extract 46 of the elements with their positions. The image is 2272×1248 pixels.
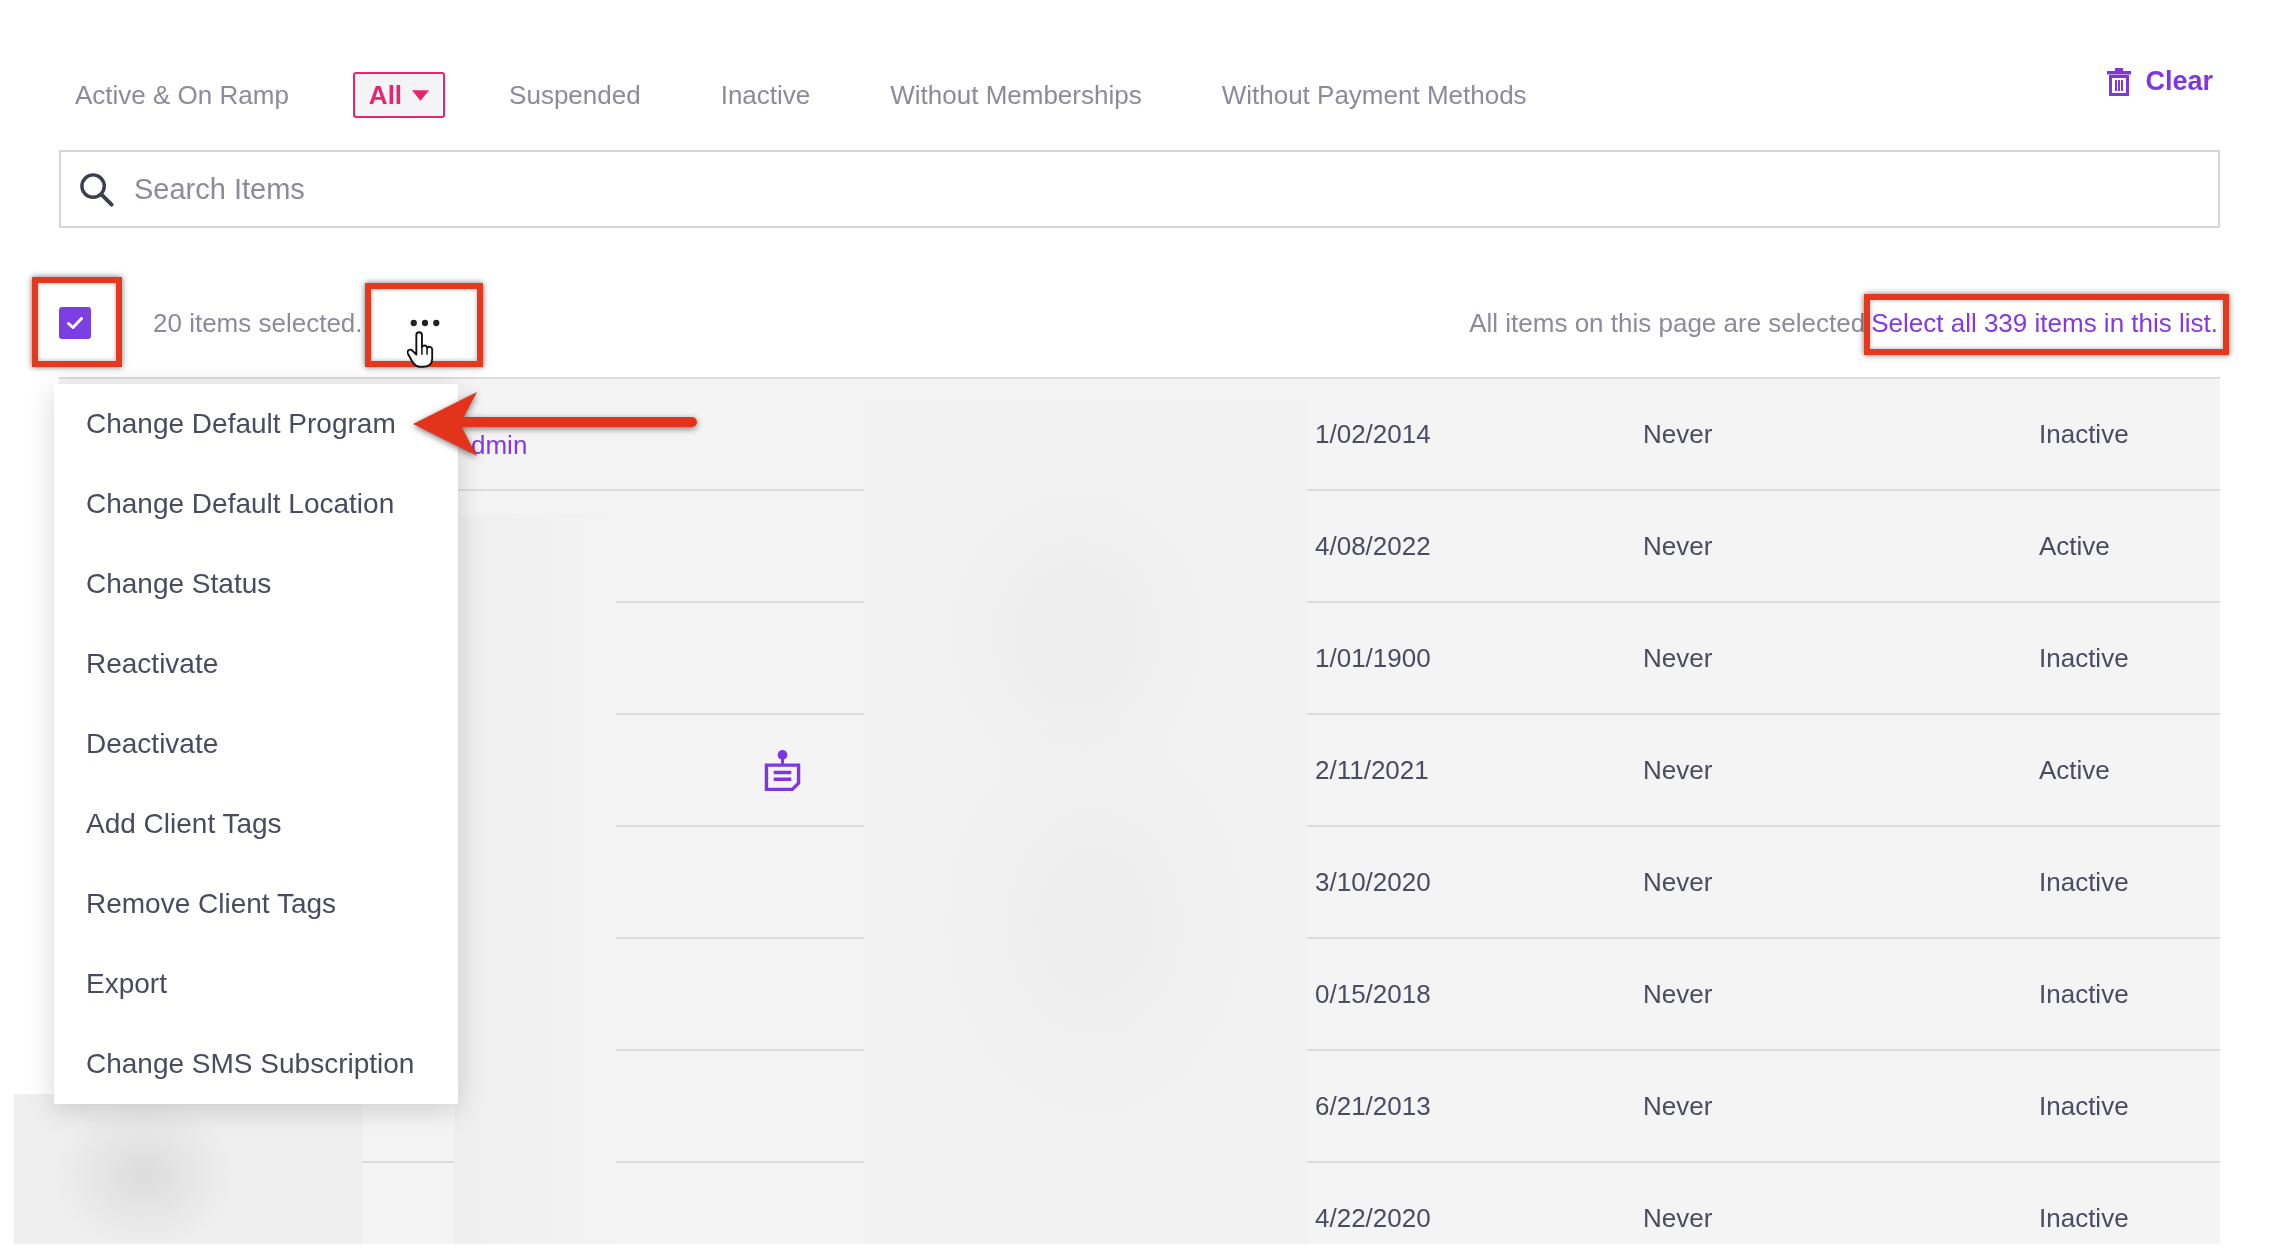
menu-item[interactable]: Change SMS Subscription bbox=[54, 1024, 415, 1104]
table-cell-text: Inactive bbox=[2039, 418, 2130, 450]
table-cell-text: Never bbox=[1643, 866, 1714, 898]
table-cell-text: 3/10/2020 bbox=[1315, 866, 1432, 898]
menu-item[interactable]: Change Status bbox=[54, 544, 272, 624]
menu-item[interactable]: Export bbox=[54, 944, 167, 1024]
menu-item[interactable]: Reactivate bbox=[54, 624, 219, 704]
table-cell-text: 1/02/2014 bbox=[1315, 418, 1432, 450]
search-input[interactable]: Search Items bbox=[134, 166, 2218, 212]
table-cell-text: Active bbox=[2039, 754, 2111, 786]
clear-button[interactable]: Clear bbox=[2107, 62, 2213, 101]
search-icon bbox=[79, 171, 114, 207]
table-cell-text: 0/15/2018 bbox=[1315, 978, 1432, 1010]
table-cell-text: Inactive bbox=[2039, 978, 2130, 1010]
more-icon bbox=[409, 319, 440, 327]
menu-item[interactable]: Remove Client Tags bbox=[54, 864, 337, 944]
selection-count: 20 items selected. bbox=[153, 307, 363, 339]
table-cell-text: Never bbox=[1643, 642, 1714, 674]
menu-item[interactable]: Change Default Location bbox=[54, 464, 395, 544]
table-cell-text: 1/01/1900 bbox=[1315, 642, 1432, 674]
table-cell-text: Inactive bbox=[2039, 642, 2130, 674]
table-cell-text: Active bbox=[2039, 530, 2111, 562]
table-cell-text: 4/22/2020 bbox=[1315, 1202, 1432, 1234]
filter-tab[interactable]: All bbox=[352, 72, 446, 118]
page-selection-notice: All items on this page are selected bbox=[1469, 307, 1866, 339]
table-cell-text: 2/11/2021 bbox=[1315, 754, 1430, 786]
menu-item[interactable]: Add Client Tags bbox=[54, 784, 282, 864]
table-cell-text: Never bbox=[1643, 978, 1714, 1010]
table-cell-text: Inactive bbox=[2039, 1090, 2130, 1122]
table-cell-text: Never bbox=[1643, 1090, 1714, 1122]
select-all-checkbox[interactable] bbox=[59, 307, 91, 339]
menu-item[interactable]: Deactivate bbox=[54, 704, 219, 784]
row-link[interactable]: dmin bbox=[471, 429, 528, 461]
select-all-link[interactable]: Select all 339 items in this list. bbox=[1871, 307, 2218, 339]
table-cell-text: 4/08/2022 bbox=[1315, 530, 1432, 562]
menu-item[interactable]: Change Default Program bbox=[54, 384, 396, 464]
table-cell-text: 6/21/2013 bbox=[1315, 1090, 1432, 1122]
table-cell-text: Never bbox=[1643, 418, 1714, 450]
table-cell-text: Inactive bbox=[2039, 1202, 2130, 1234]
table-cell-text: Never bbox=[1643, 530, 1714, 562]
checkmark-icon bbox=[67, 317, 83, 329]
table-cell-text: Never bbox=[1643, 754, 1714, 786]
search-field[interactable]: Search Items bbox=[59, 150, 2220, 228]
table-cell-text: Inactive bbox=[2039, 866, 2130, 898]
trash-icon bbox=[2107, 67, 2132, 96]
table-cell-text: Never bbox=[1643, 1202, 1714, 1234]
